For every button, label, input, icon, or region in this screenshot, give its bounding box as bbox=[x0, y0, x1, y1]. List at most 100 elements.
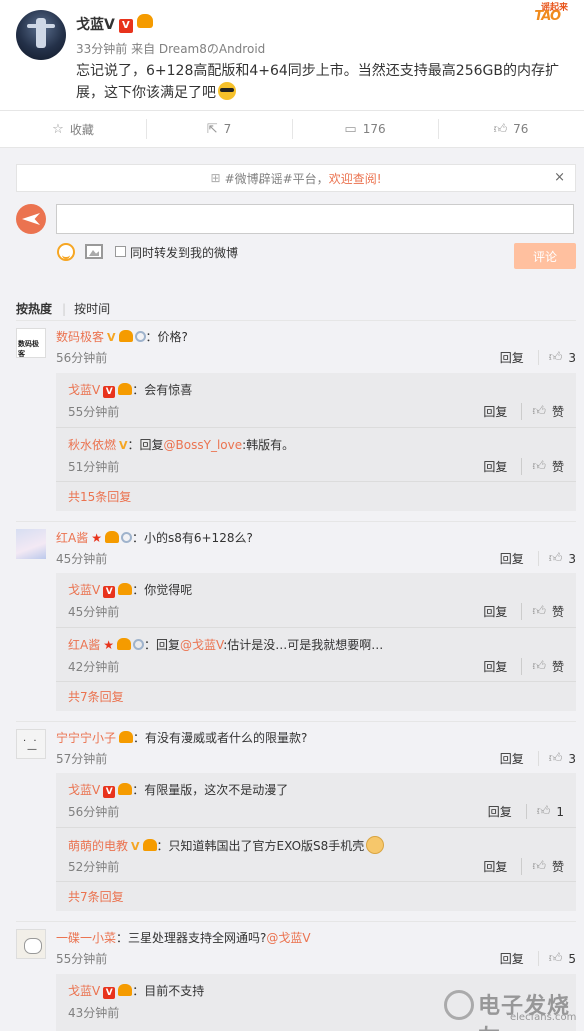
author-avatar[interactable] bbox=[16, 10, 66, 60]
author-name[interactable]: 戈蓝V bbox=[76, 17, 115, 33]
like-button[interactable]: 👍︎ 3 bbox=[537, 350, 576, 365]
comment-text: ：三星处理器支持全网通吗? bbox=[116, 931, 267, 945]
repost-checkbox[interactable] bbox=[115, 246, 126, 257]
like-button[interactable]: 👍︎ 赞 bbox=[521, 458, 564, 475]
comment-area: ⊞ #微博辟谣#平台， 欢迎查阅! × 同时转发到我的微博 评论 按热度 | 按时间… bbox=[0, 148, 584, 1031]
replier-name[interactable]: 戈蓝V bbox=[68, 583, 100, 597]
vip-crown-icon bbox=[142, 839, 157, 851]
verified-badge-icon: V bbox=[118, 19, 133, 33]
reply-text: ：回复 bbox=[143, 638, 180, 652]
reply-item: 秋水依燃 V：回复@BossY_love:韩版有。 51分钟前 回复 👍︎ 赞 bbox=[56, 427, 576, 481]
ring-badge-icon bbox=[132, 639, 144, 650]
action-bar: ☆ 收藏 ⇱ 7 ▭ 176 👍︎ 76 bbox=[0, 110, 584, 148]
yellow-v-icon: V bbox=[131, 840, 140, 853]
tab-hot[interactable]: 按热度 bbox=[16, 302, 52, 316]
replier-name[interactable]: 秋水依燃 bbox=[68, 438, 116, 452]
like-button[interactable]: 👍︎ 1 bbox=[525, 804, 564, 819]
reply-time: 56分钟前 bbox=[68, 805, 120, 819]
replier-name[interactable]: 戈蓝V bbox=[68, 383, 100, 397]
reply-text: ：目前不支持 bbox=[132, 984, 205, 998]
comment-line: 宁宁宁小子 ：有没有漫威或者什么的限量款? bbox=[56, 729, 307, 746]
commenter-name[interactable]: 红A酱 bbox=[56, 531, 88, 545]
favorite-button[interactable]: ☆ 收藏 bbox=[0, 111, 146, 147]
reply-time: 45分钟前 bbox=[68, 605, 120, 619]
commenter-name[interactable]: 一碟一小菜 bbox=[56, 931, 116, 945]
reply-item: 戈蓝V V ：有限量版，这次不是动漫了 56分钟前 回复 👍︎ 1 bbox=[56, 773, 576, 827]
comment-time: 56分钟前 bbox=[56, 351, 108, 365]
red-v-icon: V bbox=[103, 987, 116, 999]
reply-button[interactable]: 回复 bbox=[500, 750, 524, 767]
mention-link[interactable]: @BossY_love bbox=[164, 438, 243, 452]
more-replies-link[interactable]: 共7条回复 bbox=[56, 681, 576, 711]
reply-button[interactable]: 回复 bbox=[483, 458, 507, 475]
more-replies-link[interactable]: 共15条回复 bbox=[56, 481, 576, 511]
replier-name[interactable]: 戈蓝V bbox=[68, 984, 100, 998]
reply-button[interactable]: 回复 bbox=[483, 603, 507, 620]
comment-time: 55分钟前 bbox=[56, 952, 108, 966]
repost-button[interactable]: ⇱ 7 bbox=[146, 111, 292, 147]
reply-item: 戈蓝V V ：会有惊喜 55分钟前 回复 👍︎ 赞 bbox=[56, 373, 576, 427]
commenter-name[interactable]: 宁宁宁小子 bbox=[56, 731, 116, 745]
ring-badge-icon bbox=[120, 532, 132, 543]
reply-button[interactable]: 回复 bbox=[488, 803, 512, 820]
vip-crown-icon bbox=[104, 531, 119, 543]
reply-button[interactable]: 回复 bbox=[483, 658, 507, 675]
vip-crown-icon bbox=[136, 14, 153, 28]
like-button[interactable]: 👍︎ 赞 bbox=[521, 603, 564, 620]
reply-rest: :估计是没…可是我就想要啊… bbox=[223, 638, 384, 652]
weibo-post: 戈蓝V V 33分钟前 来自 Dream8のAndroid 忘记说了，6+128高… bbox=[0, 0, 584, 110]
like-button[interactable]: 👍︎ 5 bbox=[537, 951, 576, 966]
like-button[interactable]: 👍︎ 赞 bbox=[521, 403, 564, 420]
comment-ops: 回复 👍︎ 3 bbox=[500, 750, 576, 767]
like-button[interactable]: 👍︎ 赞 bbox=[521, 858, 564, 875]
commenter-avatar[interactable] bbox=[16, 929, 46, 959]
like-count: 3 bbox=[568, 551, 576, 566]
replier-name[interactable]: 萌萌的电教 bbox=[68, 839, 128, 853]
submit-comment-button[interactable]: 评论 bbox=[514, 243, 576, 269]
vip-crown-icon bbox=[116, 638, 131, 650]
replier-name[interactable]: 红A酱 bbox=[68, 638, 100, 652]
reply-button[interactable]: 回复 bbox=[483, 858, 507, 875]
image-icon[interactable] bbox=[85, 244, 103, 259]
notice-link[interactable]: 欢迎查阅! bbox=[329, 170, 382, 187]
commenter-name[interactable]: 数码极客 bbox=[56, 330, 104, 344]
comment-ops: 回复 👍︎ 3 bbox=[500, 349, 576, 366]
reply-text: ：你觉得呢 bbox=[132, 583, 193, 597]
thumb-up-icon: 👍︎ bbox=[532, 859, 546, 874]
more-replies-link[interactable]: 共7条回复 bbox=[56, 881, 576, 911]
like-button[interactable]: 👍︎ 赞 bbox=[521, 658, 564, 675]
reply-button[interactable]: 回复 bbox=[483, 403, 507, 420]
mention-link[interactable]: @戈蓝V bbox=[180, 638, 223, 652]
comment-line: 一碟一小菜：三星处理器支持全网通吗?@戈蓝V bbox=[56, 929, 311, 946]
like-button[interactable]: 👍︎ 3 bbox=[537, 751, 576, 766]
reply-time: 43分钟前 bbox=[68, 1006, 120, 1020]
thumb-up-icon: 👍︎ bbox=[548, 751, 563, 766]
tao-logo: 谣起来 TAO bbox=[514, 0, 574, 26]
reply-button[interactable]: 回复 bbox=[500, 349, 524, 366]
ring-badge-icon bbox=[134, 331, 146, 342]
emoji-icon[interactable] bbox=[57, 243, 75, 261]
comment-button[interactable]: ▭ 176 bbox=[292, 111, 438, 147]
commenter-avatar[interactable] bbox=[16, 328, 46, 359]
vip-crown-icon bbox=[118, 383, 133, 395]
commenter-avatar[interactable] bbox=[16, 529, 46, 559]
comment-ops: 回复 👍︎ 3 bbox=[500, 550, 576, 567]
mention-link[interactable]: @戈蓝V bbox=[266, 931, 310, 945]
post-text: 忘记说了，6+128高配版和4+64同步上市。当然还支持最高256GB的内存扩展… bbox=[76, 63, 559, 101]
reply-button[interactable]: 回复 bbox=[500, 550, 524, 567]
like-button[interactable]: 👍︎ 76 bbox=[438, 111, 584, 147]
comment-ops: 回复 👍︎ 5 bbox=[500, 950, 576, 967]
reply-text: ：回复 bbox=[127, 438, 164, 452]
sunglasses-emoji-icon bbox=[218, 82, 236, 100]
yellow-v-icon: V bbox=[107, 331, 116, 344]
reply-item: 戈蓝V V ：你觉得呢 45分钟前 回复 👍︎ 赞 bbox=[56, 573, 576, 627]
commenter-avatar[interactable] bbox=[16, 729, 46, 759]
like-button[interactable]: 👍︎ 3 bbox=[537, 551, 576, 566]
comment-input[interactable] bbox=[56, 204, 574, 234]
close-icon[interactable]: × bbox=[554, 170, 565, 185]
reply-button[interactable]: 回复 bbox=[500, 950, 524, 967]
like-count: 3 bbox=[568, 350, 576, 365]
tab-time[interactable]: 按时间 bbox=[74, 302, 110, 316]
replier-name[interactable]: 戈蓝V bbox=[68, 783, 100, 797]
repost-label: 同时转发到我的微博 bbox=[130, 246, 239, 260]
